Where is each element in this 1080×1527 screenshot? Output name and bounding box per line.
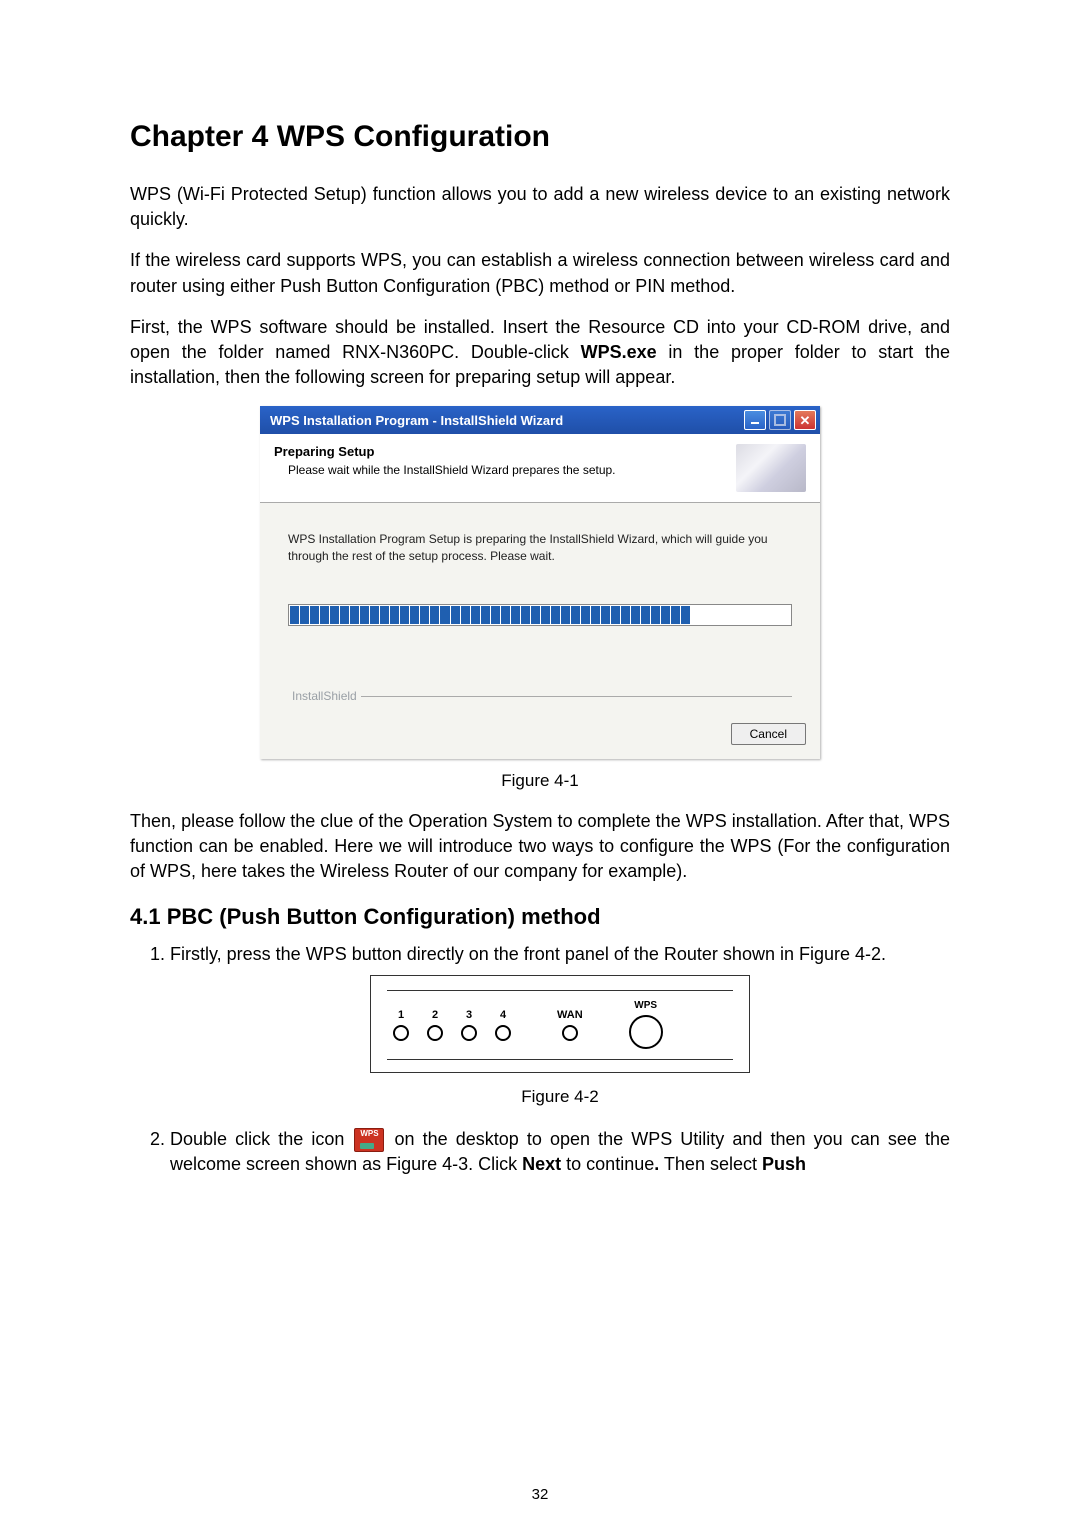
led-group: 1 2 3 4 <box>393 1008 511 1041</box>
chapter-title: Chapter 4 WPS Configuration <box>130 120 950 154</box>
paragraph: First, the WPS software should be instal… <box>130 315 950 391</box>
led-icon <box>461 1025 477 1041</box>
wizard-art-icon <box>736 444 806 492</box>
minimize-icon <box>751 422 759 424</box>
text: Then select <box>659 1154 762 1174</box>
bold-text: WPS.exe <box>581 342 657 362</box>
led-2: 2 <box>427 1008 443 1041</box>
led-label: 4 <box>500 1008 506 1023</box>
wizard-heading: Preparing Setup <box>274 444 730 459</box>
router-panel-figure: 1 2 3 4 WAN WPS <box>370 975 750 1073</box>
installshield-wizard-window: WPS Installation Program - InstallShield… <box>260 406 820 758</box>
led-3: 3 <box>461 1008 477 1041</box>
led-1: 1 <box>393 1008 409 1041</box>
wan-led: WAN <box>557 1008 583 1041</box>
progress-fill <box>290 606 690 624</box>
wizard-message: WPS Installation Program Setup is prepar… <box>288 531 792 563</box>
wizard-subheading: Please wait while the InstallShield Wiza… <box>274 463 730 477</box>
list-item: Double click the icon on the desktop to … <box>170 1127 950 1177</box>
wizard-footer: Cancel <box>260 711 820 759</box>
figure-caption: Figure 4-1 <box>130 771 950 791</box>
wizard-divider: InstallShield <box>288 696 792 697</box>
figure-caption: Figure 4-2 <box>170 1085 950 1109</box>
minimize-button[interactable] <box>744 410 766 430</box>
paragraph: Then, please follow the clue of the Oper… <box>130 809 950 885</box>
section-title: 4.1 PBC (Push Button Configuration) meth… <box>130 904 950 930</box>
led-4: 4 <box>495 1008 511 1041</box>
led-icon <box>562 1025 578 1041</box>
steps-list: Firstly, press the WPS button directly o… <box>130 942 950 1177</box>
led-label: 3 <box>466 1008 472 1023</box>
wps-label: WPS <box>634 999 657 1013</box>
progress-bar <box>288 604 792 626</box>
wan-label: WAN <box>557 1008 583 1023</box>
bold-text: Next <box>522 1154 561 1174</box>
maximize-icon <box>774 414 786 426</box>
text: Firstly, press the WPS button directly o… <box>170 944 886 964</box>
titlebar: WPS Installation Program - InstallShield… <box>260 406 820 434</box>
cancel-button[interactable]: Cancel <box>731 723 806 745</box>
paragraph: WPS (Wi-Fi Protected Setup) function all… <box>130 182 950 232</box>
close-icon: ✕ <box>800 414 811 427</box>
text: Double click the icon <box>170 1129 352 1149</box>
wizard-body: WPS Installation Program Setup is prepar… <box>260 503 820 710</box>
wps-button-icon <box>629 1015 663 1049</box>
wizard-header: Preparing Setup Please wait while the In… <box>260 434 820 503</box>
maximize-button[interactable] <box>769 410 791 430</box>
led-label: 1 <box>398 1008 404 1023</box>
installshield-label: InstallShield <box>288 689 361 703</box>
led-label: 2 <box>432 1008 438 1023</box>
led-icon <box>393 1025 409 1041</box>
router-strip: 1 2 3 4 WAN WPS <box>387 990 733 1060</box>
text: to continue <box>561 1154 654 1174</box>
document-page: Chapter 4 WPS Configuration WPS (Wi-Fi P… <box>0 0 1080 1527</box>
led-icon <box>427 1025 443 1041</box>
bold-text: Push <box>762 1154 806 1174</box>
wps-button-area: WPS <box>629 999 663 1049</box>
led-icon <box>495 1025 511 1041</box>
page-number: 32 <box>0 1486 1080 1503</box>
close-button[interactable]: ✕ <box>794 410 816 430</box>
wps-desktop-icon <box>354 1128 384 1152</box>
paragraph: If the wireless card supports WPS, you c… <box>130 248 950 298</box>
list-item: Firstly, press the WPS button directly o… <box>170 942 950 1109</box>
window-title: WPS Installation Program - InstallShield… <box>270 413 741 428</box>
